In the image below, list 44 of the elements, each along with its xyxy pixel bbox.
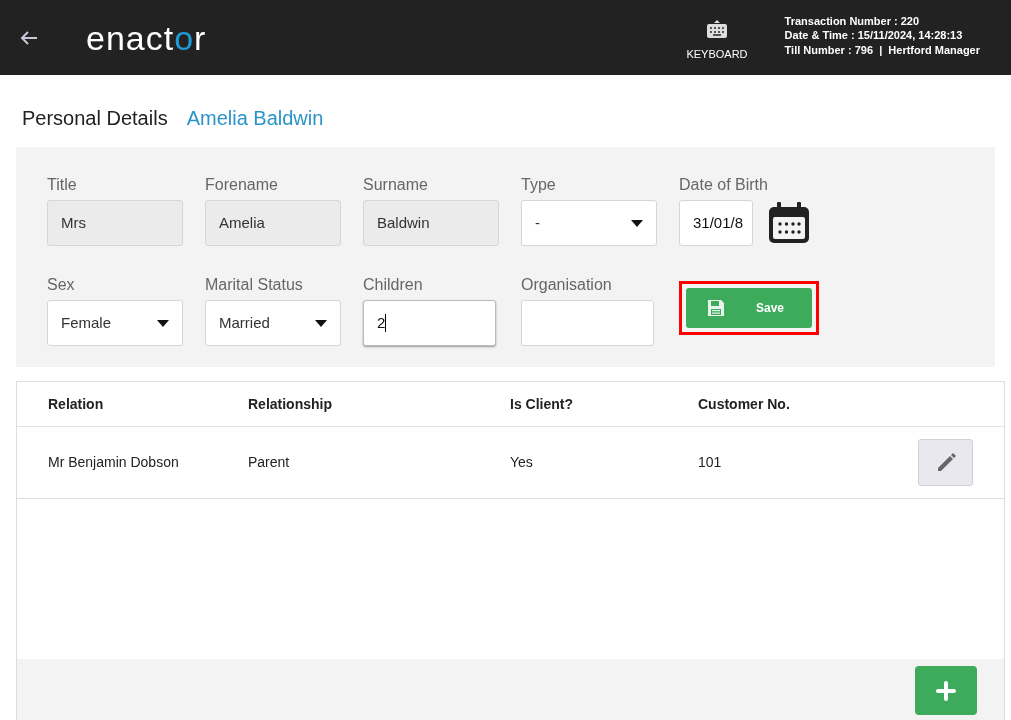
edit-button[interactable] xyxy=(918,439,973,486)
table-cell-text: 101 xyxy=(698,453,723,472)
dropdown-caret-icon xyxy=(631,219,643,227)
field-label: Organisation xyxy=(521,275,613,295)
calendar-button[interactable] xyxy=(767,201,811,245)
field-label: Date of Birth xyxy=(679,175,769,195)
column-header: Relationship xyxy=(248,394,333,414)
dropdown-caret-icon xyxy=(157,319,169,327)
keyboard-button[interactable]: KEYBOARD xyxy=(686,18,748,63)
column-header: Is Client? xyxy=(510,394,574,414)
header-info-text: Till Number : 796 | Hertford Manager xyxy=(784,42,980,58)
add-button[interactable] xyxy=(915,666,977,715)
dropdown-field[interactable]: - xyxy=(521,200,657,246)
readonly-field: Mrs xyxy=(47,200,183,246)
dropdown-field[interactable]: Married xyxy=(205,300,341,346)
field-label: Surname xyxy=(363,175,429,195)
field-label: Sex xyxy=(47,275,76,295)
field-label: Type xyxy=(521,175,557,195)
dropdown-caret-icon xyxy=(315,319,327,327)
page-title: Personal Details xyxy=(22,106,168,131)
column-header: Customer No. xyxy=(698,394,791,414)
readonly-field: Amelia xyxy=(205,200,341,246)
text-input-field[interactable] xyxy=(521,300,654,346)
text-cursor xyxy=(385,314,387,332)
dropdown-field[interactable]: Female xyxy=(47,300,183,346)
customer-name: Amelia Baldwin xyxy=(186,106,324,131)
enactor-logo: enactor xyxy=(86,20,207,55)
keyboard-icon xyxy=(706,18,728,41)
header-info-text: Date & Time : 15/11/2024, 14:28:13 xyxy=(784,28,964,43)
table-cell-text: Mr Benjamin Dobson xyxy=(48,453,180,472)
readonly-field: Baldwin xyxy=(363,200,499,246)
date-field[interactable]: 31/01/8 xyxy=(679,200,753,246)
table-cell-text: Parent xyxy=(248,453,291,472)
table-cell-text: Yes xyxy=(510,453,534,472)
calendar-icon xyxy=(767,201,811,245)
field-label: Marital Status xyxy=(205,275,304,295)
header-info-text: Transaction Number : 220 xyxy=(784,13,921,29)
field-label: Children xyxy=(363,275,424,295)
column-header: Relation xyxy=(48,394,105,414)
text-input-field[interactable]: 2 xyxy=(363,300,496,346)
field-label: Forename xyxy=(205,175,279,195)
plus-icon xyxy=(936,680,956,701)
field-label: Title xyxy=(47,175,78,195)
back-arrow-icon xyxy=(20,29,38,46)
